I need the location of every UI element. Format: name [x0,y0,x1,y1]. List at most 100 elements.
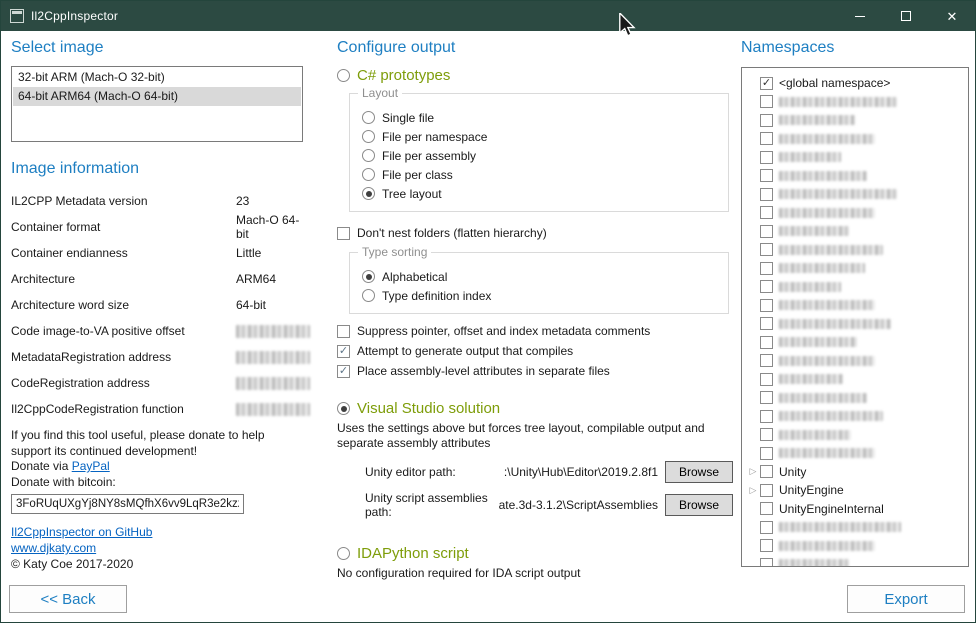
radio-option[interactable]: File per class [362,165,720,184]
expander-icon[interactable]: ▷ [746,485,760,496]
namespace-checkbox[interactable] [760,206,773,219]
namespace-checkbox[interactable] [760,132,773,145]
browse-editor-button[interactable]: Browse [665,461,733,483]
checkbox-flatten-hierarchy[interactable]: Don't nest folders (flatten hierarchy) [337,226,733,240]
namespace-checkbox[interactable] [760,336,773,349]
namespace-checkbox[interactable]: ✓ [760,77,773,90]
checkbox-option[interactable]: ✓Attempt to generate output that compile… [337,344,733,358]
checkbox-indicator: ✓ [337,345,350,358]
radio-option[interactable]: Alphabetical [362,267,720,286]
export-button[interactable]: Export [847,585,965,613]
radio-idapython-script[interactable]: IDAPython script [337,545,733,562]
namespace-checkbox[interactable] [760,95,773,108]
namespace-item-redacted[interactable] [746,352,964,371]
namespace-checkbox[interactable] [760,484,773,497]
namespace-checkbox[interactable] [760,391,773,404]
checkbox-option[interactable]: ✓Place assembly-level attributes in sepa… [337,364,733,378]
namespace-checkbox[interactable] [760,299,773,312]
radio-visual-studio-solution[interactable]: Visual Studio solution [337,400,733,417]
namespace-checkbox[interactable] [760,428,773,441]
info-label: CodeRegistration address [11,376,150,390]
radio-option[interactable]: File per assembly [362,146,720,165]
namespace-checkbox[interactable] [760,151,773,164]
namespace-checkbox[interactable] [760,373,773,386]
namespaces-tree[interactable]: ✓<global namespace> ▷Unity▷UnityEngineUni… [741,67,969,567]
namespace-item-redacted[interactable] [746,296,964,315]
browse-script-button[interactable]: Browse [665,494,733,516]
minimize-icon [855,16,865,17]
namespace-checkbox[interactable] [760,262,773,275]
namespace-item-redacted[interactable] [746,185,964,204]
namespace-item-redacted[interactable] [746,518,964,537]
namespaces-heading: Namespaces [741,39,969,57]
namespace-item-redacted[interactable] [746,259,964,278]
image-listbox[interactable]: 32-bit ARM (Mach-O 32-bit)64-bit ARM64 (… [11,66,303,142]
radio-option[interactable]: Single file [362,108,720,127]
namespace-item[interactable]: ▷Unity [746,463,964,482]
namespace-item[interactable]: ▷UnityEngine [746,481,964,500]
github-link[interactable]: Il2CppInspector on GitHub [11,524,152,540]
namespace-checkbox[interactable] [760,410,773,423]
namespace-checkbox[interactable] [760,465,773,478]
namespace-item-redacted[interactable] [746,167,964,186]
list-item[interactable]: 32-bit ARM (Mach-O 32-bit) [13,68,301,87]
namespace-item-redacted[interactable] [746,333,964,352]
namespace-checkbox[interactable] [760,558,773,567]
namespace-item-redacted[interactable] [746,537,964,556]
namespace-checkbox[interactable] [760,225,773,238]
radio-csharp-prototypes[interactable]: C# prototypes [337,67,733,84]
namespace-item-redacted[interactable] [746,407,964,426]
namespace-item[interactable]: ✓<global namespace> [746,74,964,93]
namespace-checkbox[interactable] [760,521,773,534]
namespace-item-redacted[interactable] [746,130,964,149]
namespace-checkbox[interactable] [760,280,773,293]
type-sorting-group-label: Type sorting [358,245,431,259]
namespace-item-redacted[interactable] [746,148,964,167]
namespace-item-redacted[interactable] [746,222,964,241]
namespace-checkbox[interactable] [760,539,773,552]
namespace-item-redacted[interactable] [746,315,964,334]
namespace-item-redacted[interactable] [746,426,964,445]
redacted-label [779,300,875,310]
maximize-button[interactable] [883,1,929,31]
namespace-checkbox[interactable] [760,169,773,182]
radio-option[interactable]: File per namespace [362,127,720,146]
namespace-item[interactable]: UnityEngineInternal [746,500,964,519]
namespace-checkbox[interactable] [760,188,773,201]
radio-label: Type definition index [382,289,491,303]
radio-option[interactable]: Type definition index [362,286,720,305]
expander-icon[interactable]: ▷ [746,466,760,477]
namespace-item-redacted[interactable] [746,204,964,223]
list-item[interactable]: 64-bit ARM64 (Mach-O 64-bit) [13,87,301,106]
namespace-checkbox[interactable] [760,114,773,127]
namespace-item-redacted[interactable] [746,444,964,463]
namespace-item-redacted[interactable] [746,278,964,297]
paypal-link[interactable]: PayPal [72,459,110,473]
namespace-checkbox[interactable] [760,502,773,515]
back-button[interactable]: << Back [9,585,127,613]
type-sorting-groupbox: Type sorting AlphabeticalType definition… [349,252,729,314]
namespace-item-redacted[interactable] [746,389,964,408]
namespace-item-redacted[interactable] [746,111,964,130]
namespace-item-redacted[interactable] [746,370,964,389]
namespace-item-redacted[interactable] [746,241,964,260]
vs-solution-description: Uses the settings above but forces tree … [337,421,729,451]
layout-options: Single fileFile per namespaceFile per as… [362,108,720,203]
namespace-item-redacted[interactable] [746,555,964,567]
namespace-item-redacted[interactable] [746,93,964,112]
configure-output-heading: Configure output [337,39,733,57]
checkbox-option[interactable]: Suppress pointer, offset and index metad… [337,324,733,338]
info-label: Architecture [11,272,75,286]
radio-option[interactable]: Tree layout [362,184,720,203]
bitcoin-address-input[interactable] [11,494,244,514]
redacted-label [779,189,897,199]
minimize-button[interactable] [837,1,883,31]
footer-links: Il2CppInspector on GitHub www.djkaty.com… [11,524,303,572]
website-link[interactable]: www.djkaty.com [11,540,96,556]
redacted-label [779,282,841,292]
namespace-checkbox[interactable] [760,354,773,367]
namespace-checkbox[interactable] [760,243,773,256]
close-button[interactable]: ✕ [929,1,975,31]
namespace-checkbox[interactable] [760,447,773,460]
namespace-checkbox[interactable] [760,317,773,330]
